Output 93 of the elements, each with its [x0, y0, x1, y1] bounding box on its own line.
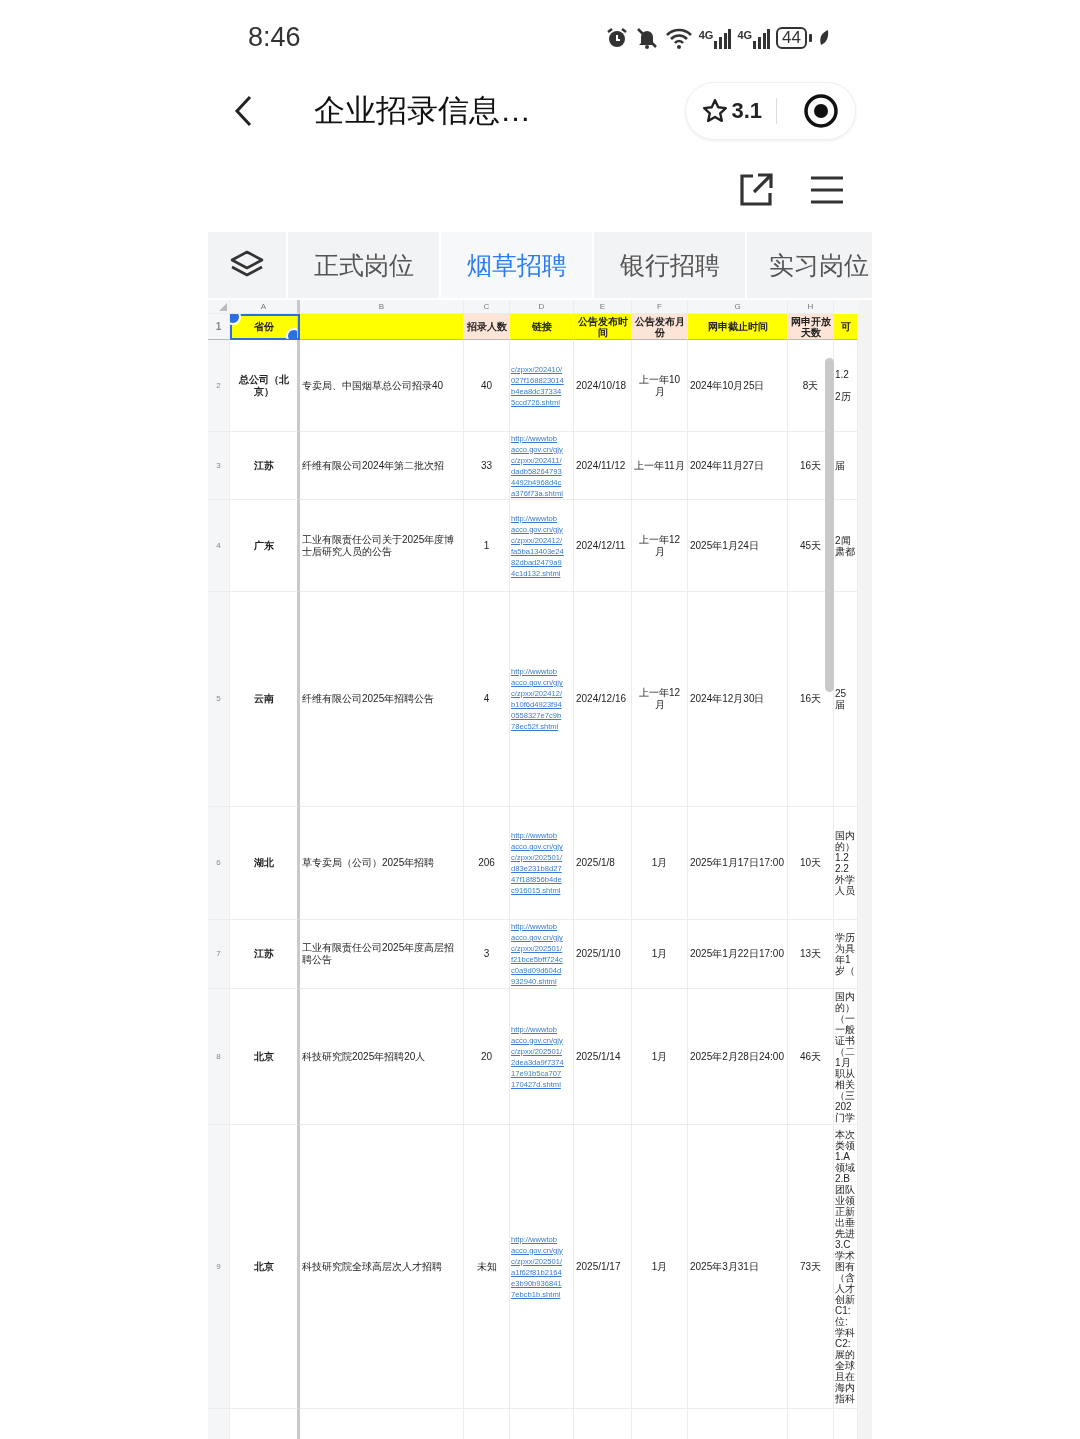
title-cell: 草专卖局（公司）2025年招聘 [300, 807, 464, 920]
date-cell: 2024/10/18 [574, 340, 632, 432]
date-cell: 2024/12/11 [574, 500, 632, 592]
province-cell: 湖北 [230, 807, 300, 920]
province-cell: 江苏 [230, 432, 300, 500]
title-cell: 工业有限责任公司关于2025年度博士后研究人员的公告 [300, 500, 464, 592]
star-icon [702, 98, 729, 124]
notes-cell: 国内的）1.2 2.2外学人员 [834, 807, 858, 920]
province-cell: 广东 [230, 500, 300, 592]
month-cell: 1月 [632, 807, 688, 920]
date-cell: 2025/1/8 [574, 807, 632, 920]
network-label: 4G [737, 28, 753, 41]
tab[interactable]: 实习岗位 [747, 232, 872, 298]
tab[interactable]: 正式岗位 [288, 232, 439, 298]
count-cell: 4 [464, 592, 510, 807]
count-cell: 1 [464, 500, 510, 592]
title-cell: 纤维有限公司2024年第二批次招 [300, 432, 464, 500]
count-cell: 206 [464, 807, 510, 920]
header-cell[interactable]: 公告发布月份 [632, 314, 688, 340]
back-icon[interactable] [232, 94, 254, 128]
month-cell: 上一年11月 [632, 432, 688, 500]
date-cell: 2025/1/10 [574, 920, 632, 989]
days-cell: 46天 [788, 989, 834, 1125]
date-cell: 2025/1/17 [574, 1125, 632, 1409]
month-cell: 上一年10月 [632, 340, 688, 432]
date-cell: 2025/1/14 [574, 989, 632, 1125]
month-cell: 上一年12月 [632, 592, 688, 807]
notes-cell: 学历为具年1岁（ [834, 920, 858, 989]
menu-icon[interactable] [810, 174, 844, 205]
title-cell: 科技研究院2025年招聘20人 [300, 989, 464, 1125]
month-cell: 1月 [632, 920, 688, 989]
title-cell: 科技研究院全球高层次人才招聘 [300, 1125, 464, 1409]
row-number: 3 [208, 432, 230, 500]
signal-icon [752, 26, 771, 49]
share-icon[interactable] [738, 171, 774, 208]
count-cell: 未知 [464, 1125, 510, 1409]
row-number: 6 [208, 807, 230, 920]
row-number: 8 [208, 989, 230, 1125]
date-cell: 2024/11/12 [574, 432, 632, 500]
title-cell: 纤维有限公司2025年招聘公告 [300, 592, 464, 807]
date-cell: 2024/12/16 [574, 592, 632, 807]
province-cell: 云南 [230, 592, 300, 807]
row-number: 5 [208, 592, 230, 807]
header-cell[interactable]: 链接 [510, 314, 574, 340]
header-cell[interactable] [300, 314, 464, 340]
title-cell: 专卖局、中国烟草总公司招录40 [300, 340, 464, 432]
header-cell[interactable]: 省份 [230, 314, 300, 340]
deadline-cell: 2025年2月28日24:00 [688, 989, 788, 1125]
deadline-cell: 2024年10月25日 [688, 340, 788, 432]
header-cell[interactable]: 公告发布时间 [574, 314, 632, 340]
deadline-cell: 2025年1月24日 [688, 500, 788, 592]
leaf-icon [818, 28, 830, 47]
network-label: 4G [698, 28, 714, 41]
tab[interactable]: 银行招聘 [594, 232, 745, 298]
days-cell: 13天 [788, 920, 834, 989]
month-cell: 1月 [632, 1125, 688, 1409]
days-cell: 10天 [788, 807, 834, 920]
count-cell: 3 [464, 920, 510, 989]
scrollbar[interactable] [825, 358, 834, 692]
province-cell: 北京 [230, 989, 300, 1125]
target-icon[interactable] [803, 93, 839, 129]
days-cell: 73天 [788, 1125, 834, 1409]
month-cell: 1月 [632, 989, 688, 1125]
battery-icon: 44 [776, 26, 807, 49]
row-number: 2 [208, 340, 230, 432]
title-cell: 工业有限责任公司2025年度高层招聘公告 [300, 920, 464, 989]
notes-cell: 本次类领1.A领域2.B团队业领正新出垂先进3.C学术图有（含人才创新C1:位:学科C2:展的全球且在海内指科 [834, 1125, 858, 1409]
rating-button[interactable]: 3.1 [702, 98, 777, 124]
deadline-cell: 2025年1月17日17:00 [688, 807, 788, 920]
deadline-cell: 2025年1月22日17:00 [688, 920, 788, 989]
count-cell: 40 [464, 340, 510, 432]
header-cell[interactable]: 网申截止时间 [688, 314, 788, 340]
row-number: 4 [208, 500, 230, 592]
month-cell: 上一年12月 [632, 500, 688, 592]
province-cell: 总公司（北京） [230, 340, 300, 432]
count-cell: 33 [464, 432, 510, 500]
row-number: 9 [208, 1125, 230, 1409]
page-title: 企业招录信息… [314, 92, 531, 130]
deadline-cell: 2025年3月31日 [688, 1125, 788, 1409]
deadline-cell: 2024年11月27日 [688, 432, 788, 500]
header-cell[interactable]: 招录人数 [464, 314, 510, 340]
tab[interactable]: 烟草招聘 [441, 232, 592, 298]
signal-icon [713, 26, 732, 49]
mute-icon [634, 25, 659, 50]
clock: 8:46 [248, 22, 301, 53]
deadline-cell: 2024年12月30日 [688, 592, 788, 807]
province-cell: 北京 [230, 1125, 300, 1409]
province-cell: 江苏 [230, 920, 300, 989]
row-number: 7 [208, 920, 230, 989]
count-cell: 20 [464, 989, 510, 1125]
notes-cell: 国内的）（一一般证书（二1月职从相关（三202门学 [834, 989, 858, 1125]
header-cell[interactable]: 网申开放天数 [788, 314, 834, 340]
header-cell[interactable]: 可 [834, 314, 858, 340]
